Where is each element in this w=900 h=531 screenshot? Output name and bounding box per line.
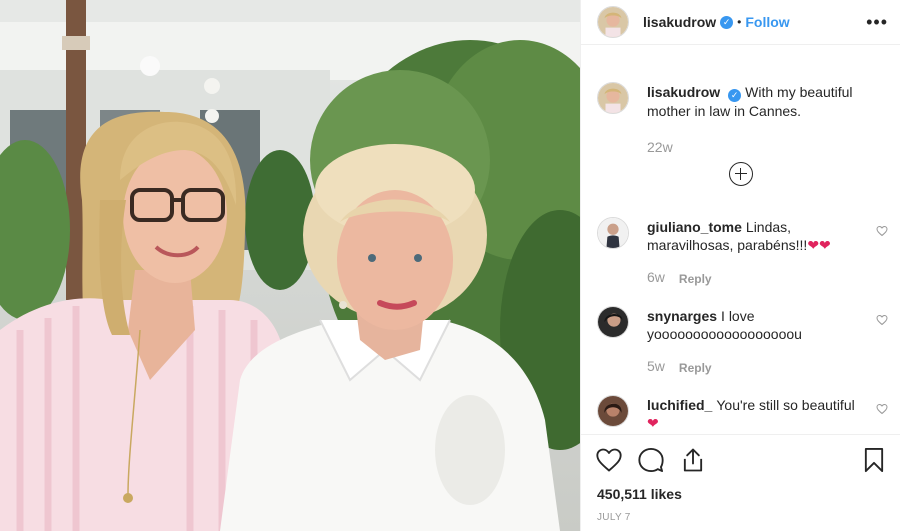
caption: lisakudrow ✓ With my beautiful mother in l…	[581, 66, 900, 156]
caption-author-avatar[interactable]	[597, 82, 629, 114]
reply-button[interactable]: Reply	[679, 357, 712, 377]
comment-like-icon[interactable]	[876, 225, 888, 237]
reply-button[interactable]: Reply	[679, 268, 712, 288]
like-heart-icon[interactable]	[595, 446, 623, 474]
comment-item: snynarges I love yoooooooooooooooooou 5w …	[581, 292, 900, 377]
post-date[interactable]: JULY 7	[595, 512, 888, 523]
load-more-plus-icon[interactable]	[728, 161, 753, 186]
comment-age[interactable]: 5w	[647, 357, 665, 377]
post-side-panel: lisakudrow ✓ • Follow ••• lisakudrow ✓ Wit…	[580, 0, 900, 531]
post-actions: 450,511 likes JULY 7	[581, 434, 900, 523]
comment-item: giuliano_tome Lindas, maravilhosas, parab…	[581, 203, 900, 288]
avatar-image	[598, 83, 628, 113]
caption-age[interactable]: 22w	[647, 138, 673, 156]
post-photo[interactable]	[0, 0, 580, 531]
avatar-image	[598, 217, 628, 248]
comment-age[interactable]: 6w	[647, 268, 665, 288]
photo-illustration	[0, 0, 580, 531]
author-avatar[interactable]	[597, 6, 629, 38]
comments-list[interactable]: lisakudrow ✓ With my beautiful mother in l…	[581, 66, 900, 434]
comment-avatar[interactable]	[597, 394, 629, 427]
verified-badge-icon: ✓	[720, 15, 734, 29]
avatar-image	[598, 306, 628, 337]
comment-emoji: ❤❤	[807, 236, 831, 253]
post-header: lisakudrow ✓ • Follow •••	[581, 0, 900, 45]
comment-like-icon[interactable]	[876, 314, 888, 326]
bookmark-icon[interactable]	[860, 446, 888, 474]
comment-like-icon[interactable]	[876, 403, 888, 415]
comment-username[interactable]: luchified_	[647, 397, 712, 413]
more-options-icon[interactable]: •••	[866, 12, 888, 33]
avatar-image	[598, 7, 628, 37]
comment-icon[interactable]	[637, 446, 665, 474]
separator-dot: •	[737, 15, 742, 29]
comment-emoji: ❤	[647, 414, 659, 431]
caption-username[interactable]: lisakudrow	[647, 84, 720, 100]
comment-username[interactable]: giuliano_tome	[647, 219, 742, 235]
verified-badge-icon: ✓	[728, 88, 742, 102]
comment-item: luchified_ You're still so beautiful ❤	[581, 381, 900, 432]
comment-avatar[interactable]	[597, 305, 629, 338]
comment-text: You're still so beautiful	[716, 396, 855, 413]
author-username[interactable]: lisakudrow	[643, 14, 716, 30]
avatar-image	[598, 395, 628, 426]
action-icons	[595, 445, 888, 475]
share-icon[interactable]	[679, 446, 707, 474]
comment-avatar[interactable]	[597, 216, 629, 249]
follow-button[interactable]: Follow	[745, 14, 789, 30]
likes-count[interactable]: 450,511 likes	[595, 486, 888, 502]
comment-username[interactable]: snynarges	[647, 308, 717, 324]
